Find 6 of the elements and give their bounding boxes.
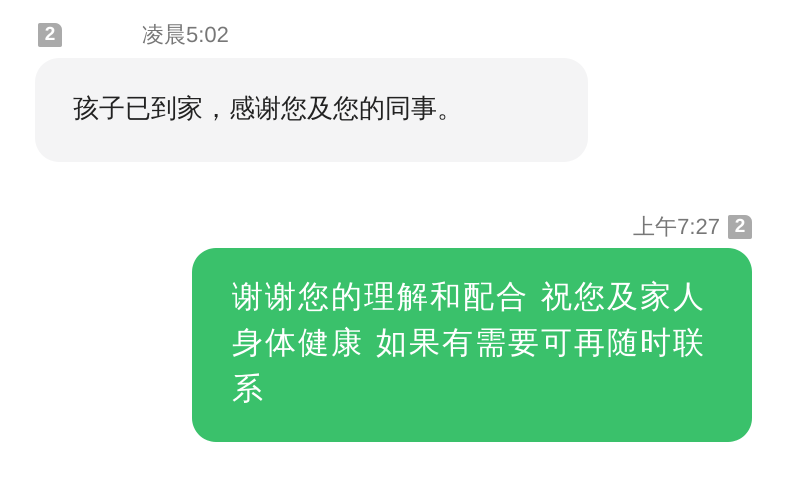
received-message: 孩子已到家，感谢您及您的同事。 [35,58,588,162]
message-time: 上午7:27 [633,213,720,241]
message-time: 凌晨5:02 [142,21,229,49]
sent-message: 谢谢您的理解和配合 祝您及家人身体健康 如果有需要可再随时联系 [192,248,752,442]
sim-badge: 2 [728,215,752,239]
sim-badge: 2 [38,23,62,47]
